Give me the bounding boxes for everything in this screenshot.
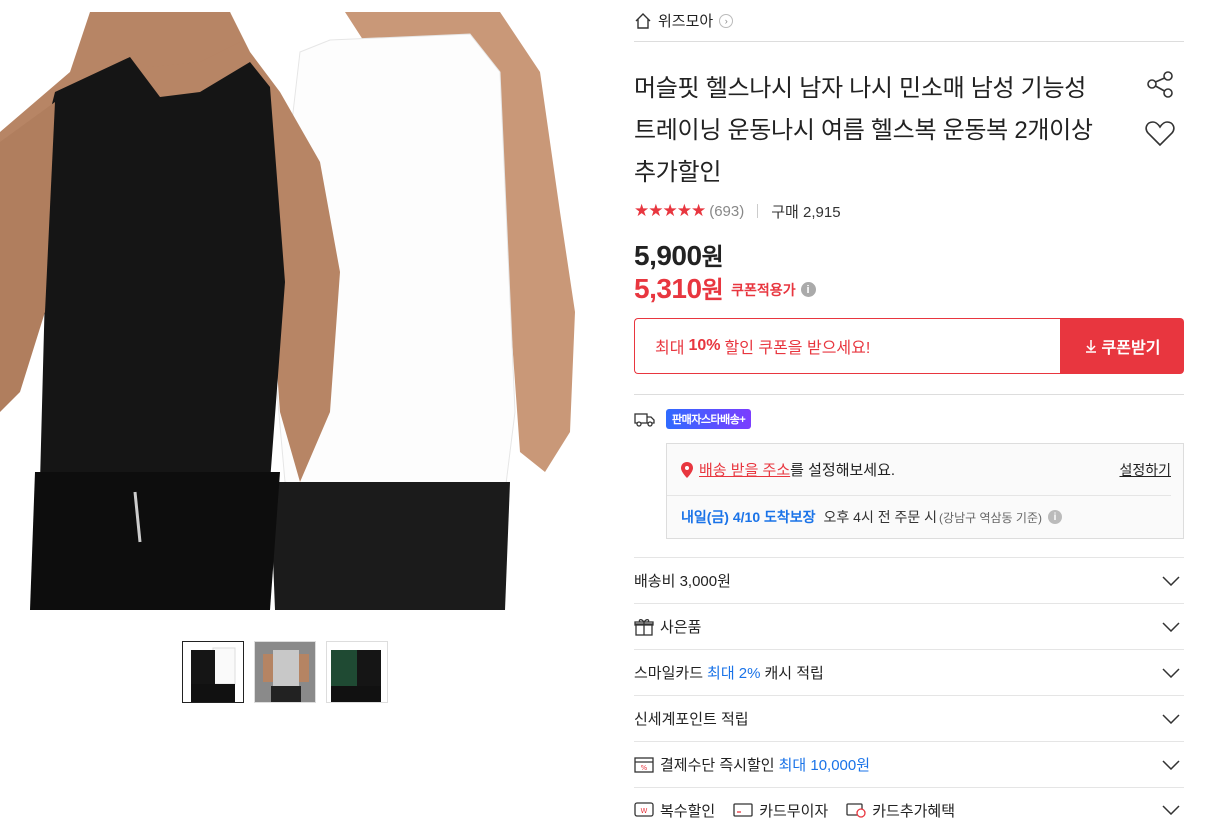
thumbnail-2[interactable]	[254, 641, 316, 703]
card-installment[interactable]: 카드무이자	[733, 800, 828, 821]
address-link[interactable]: 배송 받을 주소	[699, 459, 790, 480]
info-icon[interactable]: i	[800, 282, 816, 297]
payment-discount-row[interactable]: % 결제수단 즉시할인 최대 10,000원	[634, 741, 1184, 787]
chevron-right-icon: ›	[719, 13, 734, 28]
coupon-msg-suffix: 할인 쿠폰을 받으세요!	[724, 340, 871, 357]
pin-icon	[681, 461, 693, 478]
truck-icon	[634, 413, 655, 427]
delivery-section: 판매자스타배송+ 배송 받을 주소 를 설정해보세요. 설정하기 내일(금) 4…	[634, 394, 1184, 539]
currency: 원	[701, 244, 724, 271]
chevron-down-icon	[1162, 713, 1180, 724]
smile-card-prefix: 스마일카드	[634, 665, 704, 682]
multi-discount[interactable]: W 복수할인	[634, 800, 715, 821]
card-benefits-row[interactable]: W 복수할인 카드무이자 카드추가혜택	[634, 787, 1184, 826]
download-icon	[1085, 340, 1096, 353]
eta-condition: 오후 4시 전 주문 시	[823, 509, 938, 525]
payment-highlight: 최대 10,000원	[778, 757, 871, 774]
shipping-fee: 배송비 3,000원	[634, 573, 731, 590]
share-icon[interactable]	[1144, 68, 1176, 100]
address-box: 배송 받을 주소 를 설정해보세요. 설정하기 내일(금) 4/10 도착보장 …	[666, 443, 1184, 539]
product-info: 위즈모아 › 머슬핏 헬스나시 남자 나시 민소매 남성 기능성 트레이닝 운동…	[634, 0, 1184, 826]
chevron-down-icon	[1162, 805, 1180, 815]
multi-discount-icon: W	[634, 802, 654, 817]
svg-text:%: %	[641, 764, 648, 772]
sale-price: 5,310원	[634, 270, 724, 305]
coupon-banner: 최대 10% 할인 쿠폰을 받으세요! 쿠폰받기	[634, 318, 1184, 374]
star-delivery-badge: 판매자스타배송+	[666, 409, 752, 429]
product-main-image	[0, 12, 600, 610]
chevron-down-icon	[1162, 575, 1180, 586]
card-benefit[interactable]: 카드추가혜택	[846, 800, 955, 821]
smile-card-highlight: 최대 2%	[707, 665, 761, 682]
original-price-value: 5,900	[634, 240, 702, 271]
multi-discount-label: 복수할인	[660, 802, 716, 820]
chevron-down-icon	[1162, 759, 1180, 770]
svg-text:W: W	[641, 807, 648, 815]
set-address-button[interactable]: 설정하기	[1119, 460, 1171, 480]
gift-row[interactable]: 사은품	[634, 603, 1184, 649]
purchase-count: 구매 2,915	[771, 203, 841, 221]
divider	[757, 204, 759, 218]
chevron-down-icon	[1162, 621, 1180, 632]
info-icon[interactable]: i	[1048, 510, 1063, 524]
address-suffix: 를 설정해보세요.	[790, 462, 896, 479]
coupon-msg-percent: 10%	[688, 337, 721, 354]
chevron-down-icon	[1162, 667, 1180, 678]
thumbnail-1[interactable]	[182, 641, 244, 703]
store-name: 위즈모아	[658, 13, 714, 30]
coupon-msg-prefix: 최대	[655, 340, 685, 357]
thumbnail-3[interactable]	[326, 641, 388, 703]
get-coupon-button[interactable]: 쿠폰받기	[1060, 318, 1184, 374]
sale-price-value: 5,310	[634, 273, 702, 304]
product-title: 머슬핏 헬스나시 남자 나시 민소매 남성 기능성 트레이닝 운동나시 여름 헬…	[634, 75, 1093, 186]
card-plus-icon	[846, 803, 866, 818]
card-installment-label: 카드무이자	[759, 802, 829, 820]
eta-area: (강남구 역삼동 기준)	[939, 510, 1043, 525]
options-list: 배송비 3,000원 사은품 스마일카드 최대 2% 캐시 적립 신세계포인트 …	[634, 557, 1184, 826]
smile-card-suffix: 캐시 적립	[764, 665, 824, 682]
shinsegae-point: 신세계포인트 적립	[634, 711, 749, 728]
smile-card-row[interactable]: 스마일카드 최대 2% 캐시 적립	[634, 649, 1184, 695]
delivery-eta: 내일(금) 4/10 도착보장	[681, 509, 816, 525]
currency: 원	[701, 277, 724, 304]
coupon-applied-label: 쿠폰적용가	[731, 281, 796, 298]
shipping-fee-row[interactable]: 배송비 3,000원	[634, 557, 1184, 603]
store-link[interactable]: 위즈모아 ›	[634, 0, 1184, 42]
get-coupon-label: 쿠폰받기	[1101, 340, 1161, 357]
thumbnail-list	[182, 641, 388, 703]
card-icon	[733, 803, 753, 817]
review-count[interactable]: (693)	[709, 203, 744, 220]
card-benefit-label: 카드추가혜택	[872, 802, 956, 820]
original-price: 5,900원	[634, 237, 1184, 272]
rating-stars: ★★★★★	[634, 201, 706, 220]
home-icon	[635, 12, 651, 29]
gift-icon	[634, 618, 654, 636]
gift-label: 사은품	[660, 619, 702, 636]
payment-prefix: 결제수단 즉시할인	[660, 757, 775, 774]
payment-icon: %	[634, 756, 654, 773]
coupon-message: 최대 10% 할인 쿠폰을 받으세요!	[634, 318, 1060, 374]
heart-icon[interactable]	[1144, 118, 1176, 150]
shinsegae-point-row[interactable]: 신세계포인트 적립	[634, 695, 1184, 741]
